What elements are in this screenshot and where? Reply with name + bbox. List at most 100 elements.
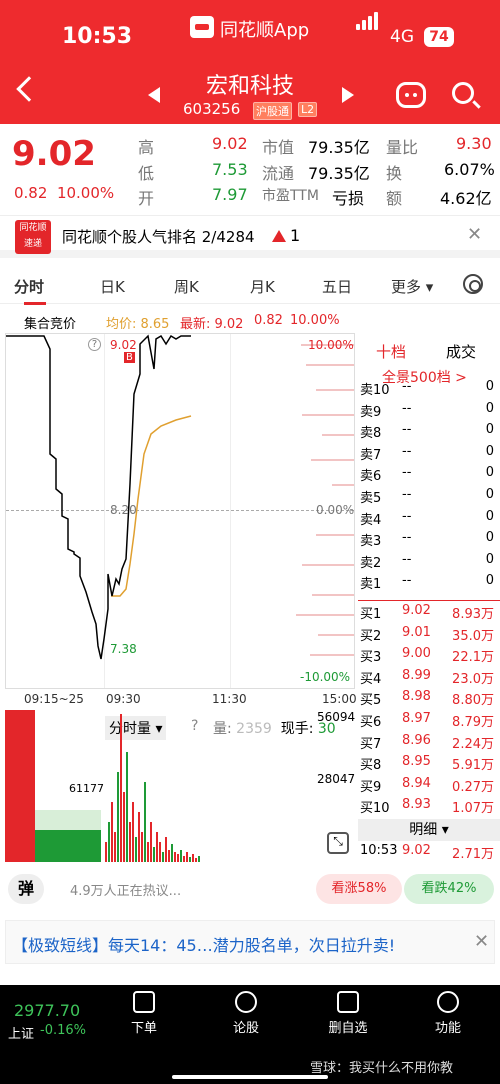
latest-change: 0.82 xyxy=(254,313,283,328)
close-icon[interactable]: ✕ xyxy=(467,224,482,245)
close-icon[interactable]: ✕ xyxy=(474,931,489,952)
volume-ratio-value: 9.30 xyxy=(456,134,492,153)
float-value: 79.35亿 xyxy=(308,164,370,183)
level-volume: 22.1万 xyxy=(452,650,494,666)
chart-low-pct: -10.00% xyxy=(300,670,351,684)
nav-discuss[interactable]: 论股 xyxy=(216,991,276,1036)
intraday-chart[interactable]: 9.02 B ? 10.00% 8.20 0.00% 7.38 -10.00% xyxy=(5,333,355,689)
volume-bar xyxy=(138,812,140,862)
detail-button[interactable]: 明细 ▾ xyxy=(358,819,500,841)
tab-daily-k[interactable]: 日K xyxy=(100,276,125,297)
bullish-button[interactable]: 看涨58% xyxy=(316,874,402,904)
turnover-label: 换 xyxy=(386,164,403,183)
bearish-button[interactable]: 看跌42% xyxy=(404,874,494,904)
depth-bars xyxy=(296,344,354,656)
level-volume: 5.91万 xyxy=(452,758,494,774)
volume-bar xyxy=(150,822,152,862)
danmu-button[interactable]: 弹 xyxy=(8,874,44,904)
level-label: 卖1 xyxy=(360,577,382,593)
chart-low-price: 7.38 xyxy=(110,642,137,656)
rank-change: 1 xyxy=(290,226,301,245)
volume-bar xyxy=(189,857,191,862)
level-price: -- xyxy=(402,443,412,459)
volume-bar xyxy=(135,837,137,862)
tab-trades[interactable]: 成交 xyxy=(446,341,476,362)
volume-chart[interactable]: 分时量 ▾ ? 量: 2359 现手: 30 56094 28047 61177… xyxy=(5,710,355,862)
level-volume: 0 xyxy=(485,379,494,394)
tab-more[interactable]: 更多 ▾ xyxy=(391,276,433,297)
settings-icon[interactable] xyxy=(463,274,483,294)
tab-ten-levels[interactable]: 十档 xyxy=(376,341,407,362)
volume-bar xyxy=(183,856,185,862)
amount-label: 额 xyxy=(386,189,403,208)
volume-bar xyxy=(156,832,158,862)
bid-level-row: 买4 8.99 23.0万 xyxy=(358,668,500,689)
low-label: 低 xyxy=(138,164,155,183)
tab-monthly-k[interactable]: 月K xyxy=(250,276,275,297)
status-time: 10:53 xyxy=(62,24,133,49)
nav-remove-watchlist[interactable]: 删自选 xyxy=(318,991,378,1036)
level-volume: 35.0万 xyxy=(452,628,494,644)
fullscreen-icon[interactable]: ⤡ xyxy=(327,832,349,854)
volume-bar xyxy=(120,714,122,862)
chart-mid-price: 8.20 xyxy=(110,503,137,517)
level-price: -- xyxy=(402,551,412,567)
chart-top-pct: 10.00% xyxy=(308,338,354,352)
chart-top-price: 9.02 xyxy=(110,338,137,352)
volume-bar xyxy=(168,850,170,862)
tab-intraday[interactable]: 分时 xyxy=(14,276,47,305)
hot-discussion[interactable]: 4.9万人正在热议... xyxy=(70,880,181,899)
open-label: 开 xyxy=(138,189,155,208)
volume-mid-value: 28047 xyxy=(317,772,356,786)
volume-help-icon[interactable]: ? xyxy=(191,718,198,734)
price-line xyxy=(6,334,191,660)
level-volume: 0 xyxy=(485,530,494,546)
help-icon[interactable]: ? xyxy=(88,338,101,351)
level-price: -- xyxy=(402,508,412,524)
auction-volume-value: 61177 xyxy=(69,782,104,795)
level-label: 卖3 xyxy=(360,534,382,550)
notice-text: 同花顺个股人气排名 2/4284 xyxy=(62,228,255,246)
ask-level-row: 卖7 -- 0 xyxy=(358,444,500,465)
level-label: 卖4 xyxy=(360,512,382,528)
search-icon[interactable] xyxy=(452,82,474,104)
volume-bar xyxy=(186,852,188,862)
level-price: 9.01 xyxy=(402,624,431,640)
volume-mode-select[interactable]: 分时量 ▾ xyxy=(105,716,167,740)
popularity-notice[interactable]: 同花顺 速递 同花顺个股人气排名 2/4284 1 ✕ xyxy=(0,216,500,258)
tab-weekly-k[interactable]: 周K xyxy=(174,276,199,297)
app-logo-icon xyxy=(190,16,214,38)
price-chart-svg xyxy=(6,334,354,660)
buy-point-marker: B xyxy=(124,352,135,363)
volume-bar xyxy=(123,792,125,862)
latest-pct: 10.00% xyxy=(290,313,340,328)
avg-price: 均价: 8.65 xyxy=(106,317,170,332)
volume-ratio-label: 量比 xyxy=(386,138,419,157)
tab-five-day[interactable]: 五日 xyxy=(322,276,352,297)
ask-level-row: 卖3 -- 0 xyxy=(358,530,500,551)
nav-order[interactable]: 下单 xyxy=(114,991,174,1036)
discussion-bar: 弹 4.9万人正在热议... 看涨58% 看跌42% xyxy=(0,868,500,910)
volume-bar xyxy=(180,850,182,862)
promo-banner[interactable]: 【极致短线】每天14：45…潜力股名单，次日拉升卖! ✕ xyxy=(5,920,495,964)
level-volume: 0 xyxy=(485,422,494,438)
level-price: -- xyxy=(402,487,412,502)
level-price: -- xyxy=(402,465,412,481)
bid-level-row: 买9 8.94 0.27万 xyxy=(358,776,500,797)
index-value[interactable]: 2977.70 xyxy=(14,1001,80,1020)
next-stock-icon[interactable] xyxy=(342,87,354,103)
volume-bar xyxy=(195,858,197,862)
level-volume: 0 xyxy=(485,443,494,459)
level-price: -- xyxy=(402,379,412,394)
pe-value: 亏损 xyxy=(332,189,365,208)
robot-assistant-icon[interactable] xyxy=(396,82,426,108)
price-change: 0.82 10.00% xyxy=(14,184,115,202)
nav-functions[interactable]: 功能 xyxy=(418,991,478,1036)
volume-bar xyxy=(192,854,194,862)
level-volume: 0 xyxy=(485,573,494,589)
level-label: 买6 xyxy=(360,715,382,730)
current-price: 9.02 xyxy=(12,134,96,174)
level-label: 卖9 xyxy=(360,404,382,420)
level-volume: 8.80万 xyxy=(452,693,494,709)
level-price: -- xyxy=(402,400,412,416)
